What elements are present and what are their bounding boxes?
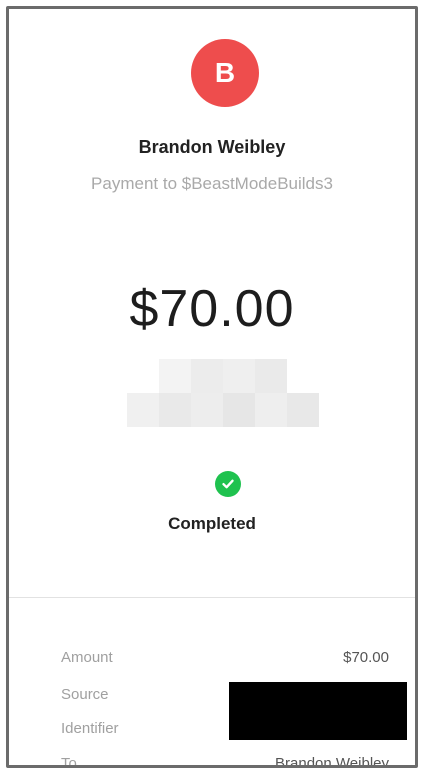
avatar-initial: B <box>214 57 236 88</box>
to-label: To <box>61 755 77 768</box>
recipient-name: Brandon Weibley <box>138 137 286 157</box>
to-value: Brandon Weibley <box>275 755 389 768</box>
amount-value: $70.00 <box>343 649 389 666</box>
status-label: Completed <box>168 514 256 533</box>
divider <box>9 597 415 598</box>
source-label: Source <box>61 686 109 703</box>
payment-receipt-card: B Brandon Weibley Payment to $BeastModeB… <box>6 6 418 768</box>
check-circle-icon <box>215 471 241 497</box>
payment-subtitle: Payment to $BeastModeBuilds3 <box>91 174 333 193</box>
payment-amount: $70.00 <box>129 280 295 338</box>
identifier-label: Identifier <box>61 720 119 737</box>
avatar: B <box>191 39 259 107</box>
redacted-source-identifier <box>229 682 407 740</box>
amount-label: Amount <box>61 649 113 666</box>
